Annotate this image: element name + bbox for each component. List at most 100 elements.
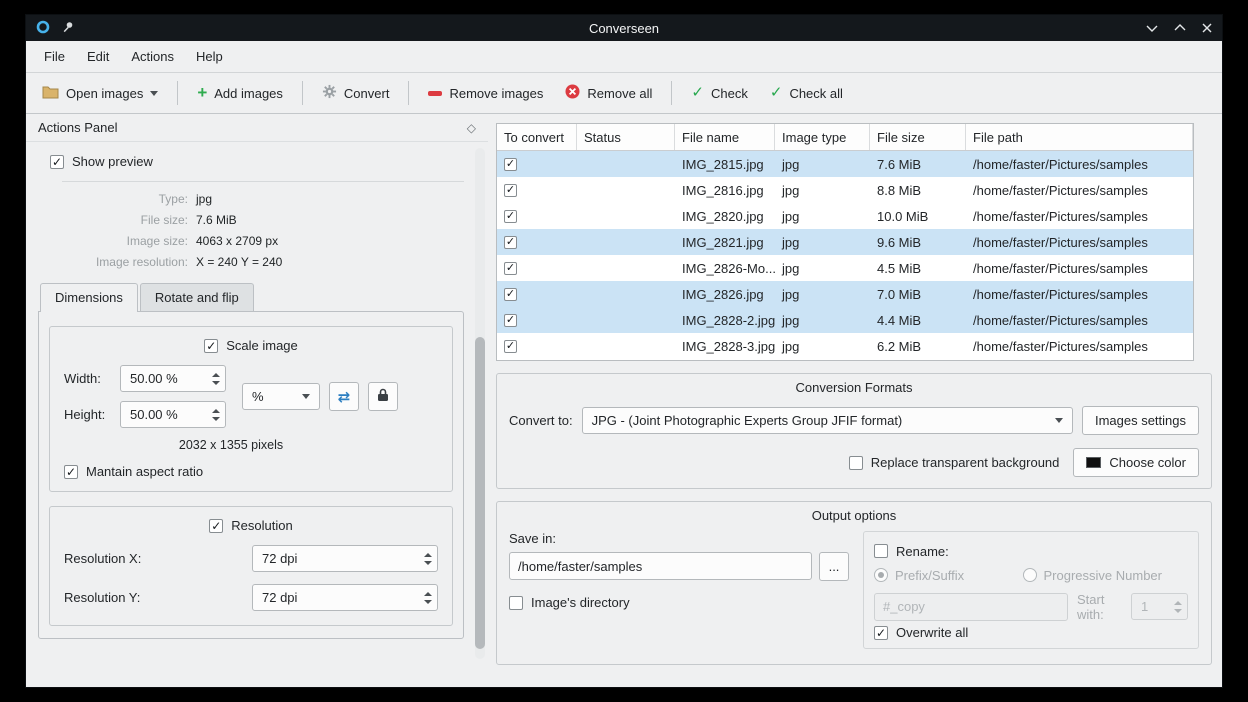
column-header-status[interactable]: Status [577,124,675,150]
spinner-arrows-icon[interactable] [419,553,437,565]
progressive-number-label: Progressive Number [1044,568,1163,583]
show-preview-label: Show preview [72,154,153,169]
start-with-spinbox[interactable]: 1 [1131,593,1188,620]
resolution-checkbox[interactable] [209,519,223,533]
spinner-arrows-icon[interactable] [207,373,225,385]
menu-edit[interactable]: Edit [77,44,119,69]
column-header-to-convert[interactable]: To convert [497,124,577,150]
file-table-body: IMG_2815.jpgjpg7.6 MiB/home/faster/Pictu… [497,151,1193,360]
panel-scrollbar[interactable] [475,148,485,659]
spinner-arrows-icon[interactable] [1169,601,1187,613]
column-header-image-type[interactable]: Image type [775,124,870,150]
scale-image-checkbox[interactable] [204,339,218,353]
lock-aspect-button[interactable] [368,382,398,411]
reset-size-button[interactable]: ⇄ [329,382,359,411]
file-size-value: 7.6 MiB [196,213,464,227]
menu-file[interactable]: File [34,44,75,69]
table-cell: /home/faster/Pictures/samples [966,313,1193,328]
height-spinbox[interactable]: 50.00 % [120,401,226,428]
output-options-title: Output options [497,502,1211,523]
table-row[interactable]: IMG_2828-3.jpgjpg6.2 MiB/home/faster/Pic… [497,333,1193,359]
save-in-label: Save in: [509,531,849,546]
unit-combobox[interactable]: % [242,383,320,410]
column-header-file-path[interactable]: File path [966,124,1193,150]
choose-color-button[interactable]: Choose color [1073,448,1199,477]
image-resolution-value: X = 240 Y = 240 [196,255,464,269]
resolution-y-spinbox[interactable]: 72 dpi [252,584,438,611]
menu-actions[interactable]: Actions [121,44,184,69]
table-cell: 9.6 MiB [870,235,966,250]
row-convert-checkbox[interactable] [504,158,517,171]
divider [62,181,464,182]
right-panel: To convert Status File name Image type F… [496,114,1222,663]
tab-rotate-and-flip[interactable]: Rotate and flip [140,283,254,311]
type-value: jpg [196,192,464,206]
add-images-button[interactable]: + Add images [187,80,293,107]
width-spinbox[interactable]: 50.00 % [120,365,226,392]
row-convert-checkbox[interactable] [504,262,517,275]
table-row[interactable]: IMG_2821.jpgjpg9.6 MiB/home/faster/Pictu… [497,229,1193,255]
menu-help[interactable]: Help [186,44,233,69]
spinner-arrows-icon[interactable] [207,409,225,421]
table-cell: jpg [775,209,870,224]
table-cell: jpg [775,235,870,250]
table-row[interactable]: IMG_2820.jpgjpg10.0 MiB/home/faster/Pict… [497,203,1193,229]
app-icon [36,20,50,37]
save-in-input[interactable] [509,552,812,580]
format-combobox[interactable]: JPG - (Joint Photographic Experts Group … [582,407,1073,434]
check-all-button[interactable]: ✓ Check all [760,80,853,107]
images-directory-checkbox[interactable] [509,596,523,610]
table-row[interactable]: IMG_2828-2.jpgjpg4.4 MiB/home/faster/Pic… [497,307,1193,333]
row-convert-checkbox[interactable] [504,236,517,249]
toolbar-separator [408,81,409,105]
color-swatch [1086,457,1101,468]
remove-images-button[interactable]: Remove images [418,80,553,107]
browse-button[interactable]: ... [819,552,849,581]
images-settings-button[interactable]: Images settings [1082,406,1199,435]
row-convert-checkbox[interactable] [504,210,517,223]
pin-icon[interactable] [62,21,74,36]
remove-all-button[interactable]: Remove all [555,78,662,108]
table-cell: jpg [775,287,870,302]
chevron-down-icon [302,394,310,399]
table-row[interactable]: IMG_2815.jpgjpg7.6 MiB/home/faster/Pictu… [497,151,1193,177]
check-button[interactable]: ✓ Check [681,80,757,107]
open-images-button[interactable]: Open images [32,79,168,108]
float-panel-icon[interactable]: ◇ [467,121,476,135]
convert-button[interactable]: Convert [312,78,400,108]
row-convert-checkbox[interactable] [504,314,517,327]
prefix-suffix-radio[interactable] [874,568,888,582]
table-row[interactable]: IMG_2816.jpgjpg8.8 MiB/home/faster/Pictu… [497,177,1193,203]
rename-checkbox[interactable] [874,544,888,558]
replace-transparent-checkbox[interactable] [849,456,863,470]
table-cell: /home/faster/Pictures/samples [966,235,1193,250]
scrollbar-thumb[interactable] [475,337,485,649]
window-title: Converseen [26,21,1222,36]
table-cell: jpg [775,261,870,276]
column-header-file-size[interactable]: File size [870,124,966,150]
table-row[interactable]: IMG_2826-Mo...jpg4.5 MiB/home/faster/Pic… [497,255,1193,281]
minimize-button[interactable] [1146,24,1158,32]
column-header-file-name[interactable]: File name [675,124,775,150]
scale-image-group: Scale image Width: 50.00 % [49,326,453,492]
close-button[interactable] [1202,23,1212,33]
row-convert-checkbox[interactable] [504,184,517,197]
row-convert-checkbox[interactable] [504,340,517,353]
resolution-x-spinbox[interactable]: 72 dpi [252,545,438,572]
titlebar[interactable]: Converseen [26,15,1222,41]
row-convert-checkbox[interactable] [504,288,517,301]
table-row[interactable]: IMG_2826.jpgjpg7.0 MiB/home/faster/Pictu… [497,281,1193,307]
overwrite-all-checkbox[interactable] [874,626,888,640]
rename-pattern-input[interactable] [874,593,1068,621]
type-label: Type: [38,192,188,206]
spinner-arrows-icon[interactable] [419,592,437,604]
show-preview-checkbox[interactable] [50,155,64,169]
tab-dimensions[interactable]: Dimensions [40,283,138,312]
maintain-aspect-checkbox[interactable] [64,465,78,479]
width-label: Width: [64,371,110,386]
progressive-number-radio[interactable] [1023,568,1037,582]
table-cell: IMG_2828-3.jpg [675,339,775,354]
splitter-handle[interactable] [488,114,496,663]
table-cell-to-convert [497,288,577,301]
maximize-button[interactable] [1174,24,1186,32]
